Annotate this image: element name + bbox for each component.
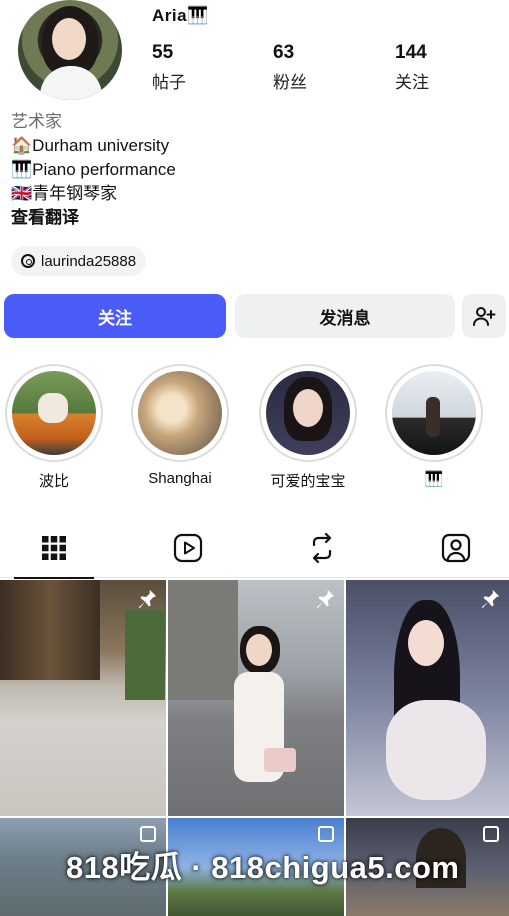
threads-handle: laurinda25888: [41, 252, 137, 270]
profile-avatar[interactable]: [18, 0, 122, 100]
stat-following[interactable]: 144 关注: [395, 42, 429, 93]
tagged-icon: [441, 533, 471, 563]
highlight-label: 🎹: [424, 471, 444, 488]
multiple-photos-icon: [140, 826, 156, 842]
pin-icon: [316, 589, 335, 609]
see-translation-link[interactable]: 查看翻译: [11, 206, 176, 230]
profile-header: Aria🎹 55 帖子 63 粉丝 144 关注: [0, 0, 509, 108]
message-button[interactable]: 发消息: [235, 294, 455, 338]
profile-bio: 艺术家 🏠Durham university 🎹Piano performanc…: [11, 110, 176, 230]
message-button-label: 发消息: [319, 308, 371, 328]
multiple-photos-icon: [318, 826, 334, 842]
repost-icon: [312, 533, 332, 563]
highlight-label: Shanghai: [148, 470, 212, 487]
highlight-bobby[interactable]: 波比: [4, 364, 104, 491]
reels-icon: [173, 533, 203, 563]
follow-button[interactable]: 关注: [4, 294, 226, 338]
grid-icon: [42, 536, 66, 560]
pin-icon: [481, 589, 500, 609]
stat-followers[interactable]: 63 粉丝: [273, 42, 307, 93]
follow-button-label: 关注: [98, 308, 132, 328]
stat-posts[interactable]: 55 帖子: [152, 42, 186, 93]
bio-line-piano: 🎹Piano performance: [11, 160, 176, 179]
add-person-icon: [473, 307, 496, 326]
username: Aria🎹: [152, 6, 209, 25]
pin-icon: [138, 589, 157, 609]
stat-posts-label: 帖子: [152, 73, 186, 92]
stat-following-label: 关注: [395, 73, 429, 92]
tab-posts[interactable]: [6, 518, 102, 579]
stat-followers-count: 63: [273, 42, 295, 63]
threads-badge[interactable]: laurinda25888: [11, 246, 147, 276]
watermark-text: 818吃瓜 · 818chigua5.com: [66, 850, 460, 885]
threads-icon: [21, 254, 35, 268]
highlight-shanghai[interactable]: Shanghai: [130, 364, 230, 487]
post-thumbnail[interactable]: [168, 580, 344, 816]
stat-followers-label: 粉丝: [273, 73, 307, 92]
bio-category: 艺术家: [11, 112, 62, 131]
post-thumbnail[interactable]: [0, 580, 166, 816]
highlight-piano[interactable]: 🎹: [384, 364, 484, 488]
bio-line-university: 🏠Durham university: [11, 136, 170, 155]
tab-reels[interactable]: [140, 518, 236, 578]
tab-tagged[interactable]: [408, 518, 504, 578]
post-thumbnail[interactable]: [346, 580, 509, 816]
bio-line-pianist: 🇬🇧青年钢琴家: [11, 184, 118, 203]
stat-posts-count: 55: [152, 42, 174, 63]
highlight-label: 波比: [38, 473, 69, 490]
stat-following-count: 144: [395, 42, 427, 63]
highlight-label: 可爱的宝宝: [270, 473, 346, 490]
tab-reposts[interactable]: [274, 518, 370, 578]
multiple-photos-icon: [483, 826, 499, 842]
highlight-cute-baby[interactable]: 可爱的宝宝: [258, 364, 358, 491]
profile-tabs: [0, 518, 509, 579]
add-user-button[interactable]: [462, 294, 506, 338]
